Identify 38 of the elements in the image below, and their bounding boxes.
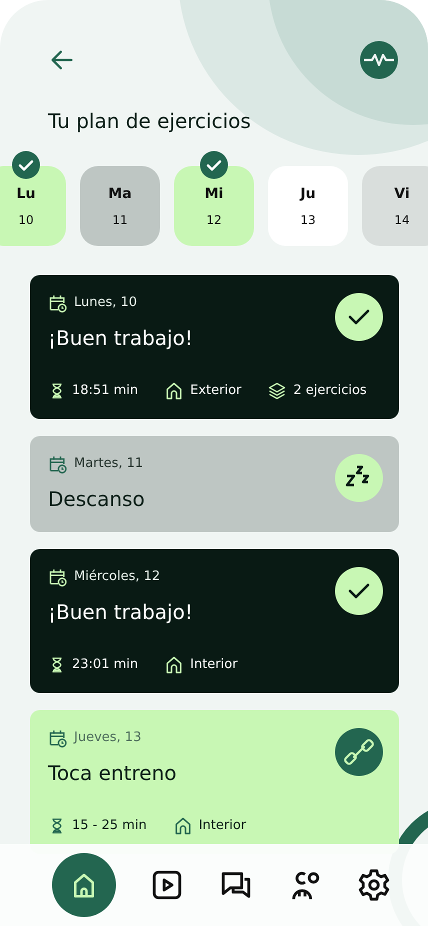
check-icon [335, 567, 383, 615]
session-detail: Interior [198, 817, 246, 836]
house-icon [164, 381, 184, 401]
check-icon [335, 293, 383, 341]
day-tab[interactable]: Ju 13 [268, 166, 348, 246]
layers-icon [267, 381, 288, 401]
calendar-clock-icon [48, 454, 68, 474]
calendar-clock-icon [48, 728, 68, 748]
page-title: Tu plan de ejercicios [48, 108, 252, 135]
sleep-icon [335, 454, 383, 502]
session-title: ¡Buen trabajo! [48, 325, 194, 352]
session-detail: 18:51 min [72, 382, 138, 400]
day-tab[interactable]: Vi 14 [362, 166, 428, 246]
session-detail: 2 ejercicios [293, 382, 367, 400]
session-detail: 23:01 min [72, 656, 138, 674]
day-tab[interactable]: Mi 12 [174, 166, 254, 246]
day-tab[interactable]: Lu 10 [0, 166, 66, 246]
session-date: Lunes, 10 [74, 294, 138, 312]
session-date: Martes, 11 [74, 455, 144, 474]
session-detail: 15 - 25 min [72, 817, 147, 836]
settings-icon [356, 868, 391, 902]
session-card[interactable]: Lunes, 10 ¡Buen trabajo! 18:51 min Exterior 2 ejercicios [30, 275, 399, 419]
session-card[interactable]: Martes, 11 Descanso [30, 436, 399, 532]
house-icon [164, 655, 184, 675]
session-title: ¡Buen trabajo! [48, 599, 194, 626]
session-date: Miércoles, 12 [74, 568, 160, 586]
session-detail: Interior [190, 656, 238, 674]
session-card[interactable]: Miércoles, 12 ¡Buen trabajo! 23:01 min Interior [30, 549, 399, 693]
check-icon [200, 151, 228, 179]
house-icon [172, 816, 193, 836]
calendar-clock-icon [48, 293, 68, 313]
session-detail: Exterior [190, 382, 242, 400]
day-tab[interactable]: Ma 11 [80, 166, 160, 246]
check-icon [12, 151, 40, 179]
calendar-clock-icon [48, 567, 68, 587]
session-date: Jueves, 13 [74, 729, 142, 748]
session-title: Descanso [48, 486, 146, 513]
session-title: Toca entreno [48, 760, 178, 787]
